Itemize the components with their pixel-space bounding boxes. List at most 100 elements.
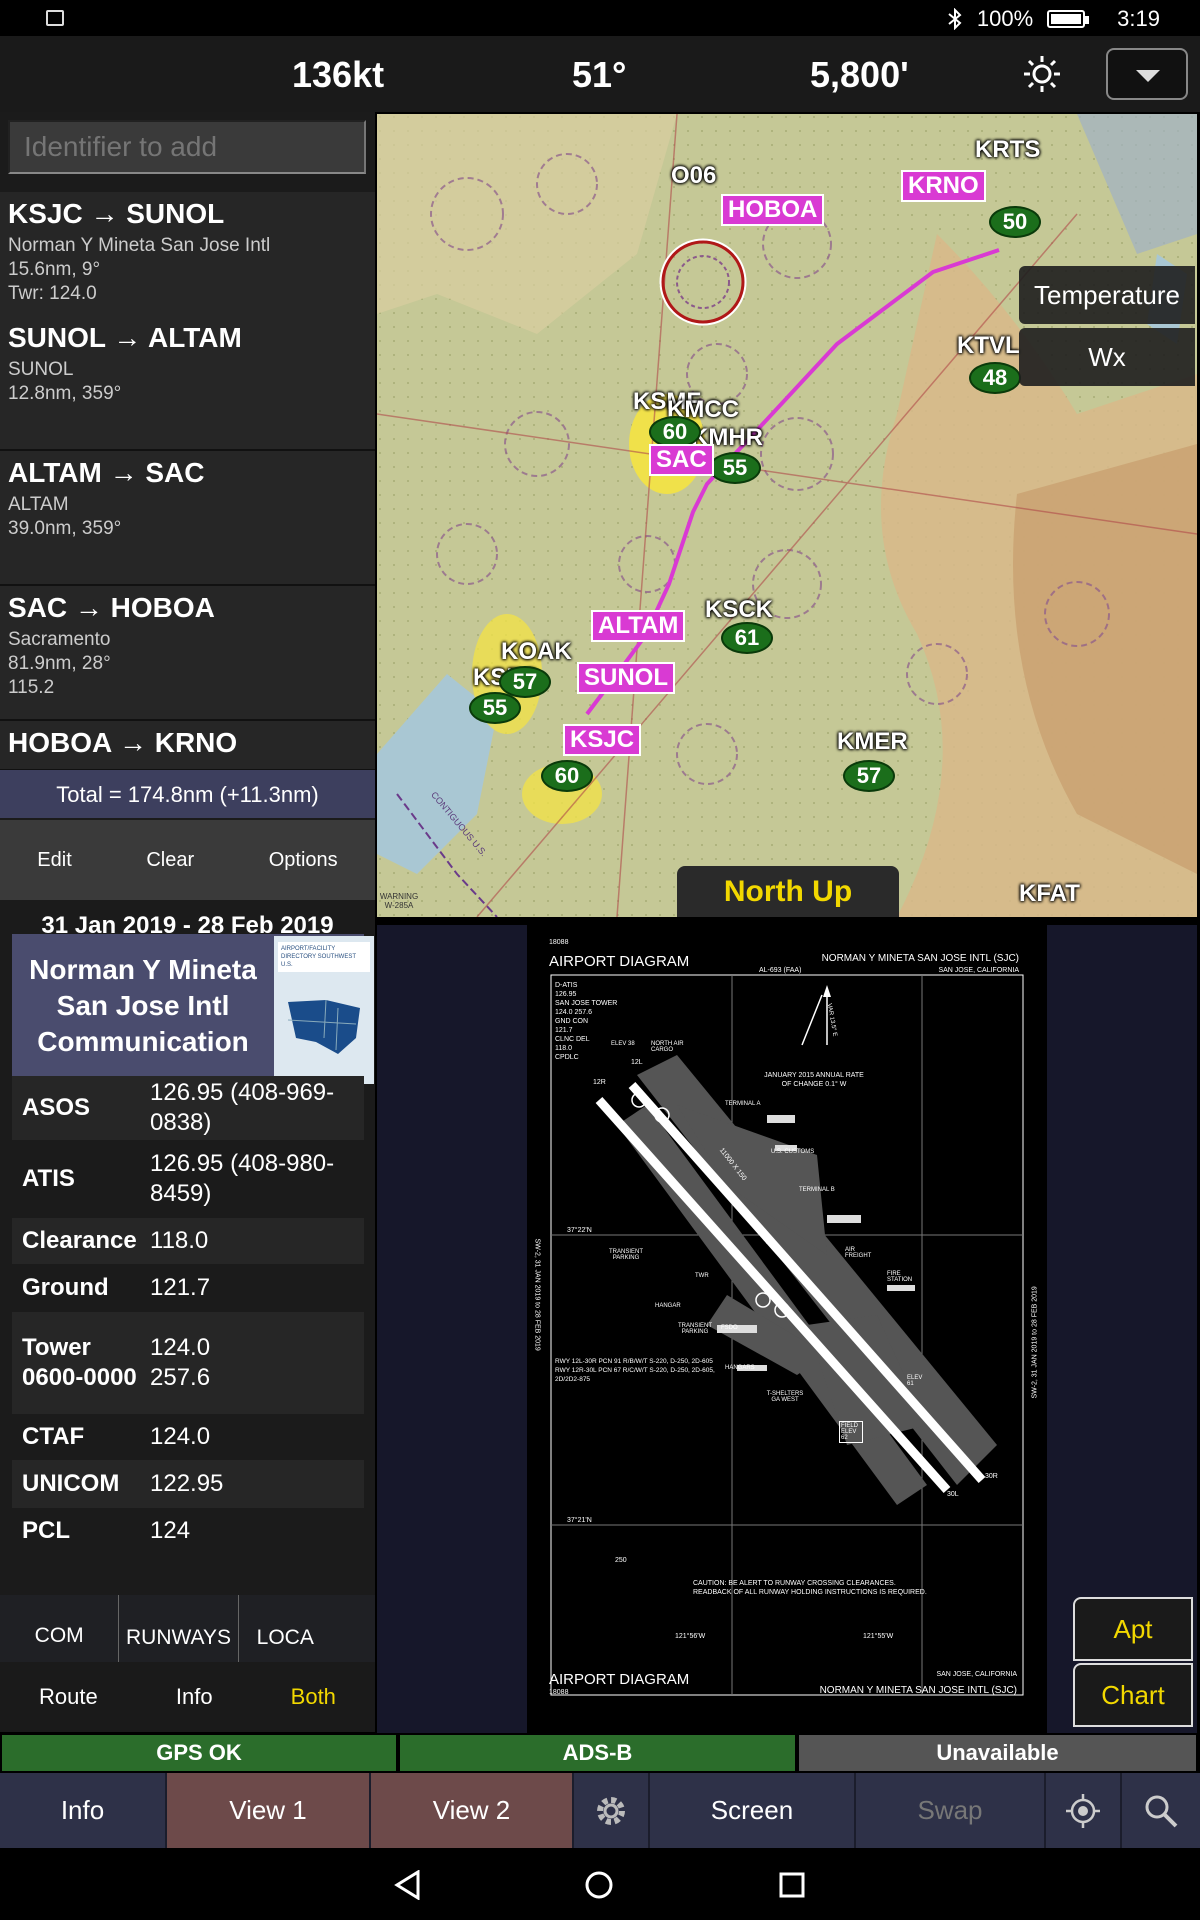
diagram-label: TERMINAL A [725, 1101, 761, 1107]
wx-layer-button[interactable]: Wx [1019, 328, 1195, 386]
recents-icon[interactable] [778, 1871, 806, 1899]
leg-line: Norman Y Mineta San Jose Intl [8, 235, 271, 256]
frequency-row[interactable]: PCL 124 [12, 1508, 364, 1554]
north-up-button[interactable]: North Up [677, 866, 899, 917]
tab-label: RUNWAYS [125, 1626, 231, 1649]
diagram-label: U.S. CUSTOMS [771, 1149, 815, 1155]
waypoint-label[interactable]: ALTAM [591, 610, 686, 642]
frequency-value: 124 [150, 1517, 191, 1544]
location-icon[interactable] [1046, 1773, 1122, 1848]
diagram-label: T-SHELTERS GA WEST [766, 1391, 804, 1403]
waypoint-label[interactable]: SUNOL [577, 662, 675, 694]
sectional-map[interactable]: CONTIGUOUS U.S. WARNING W-285A O06 KRTS … [377, 114, 1197, 917]
waypoint-label[interactable]: KRNO [901, 170, 986, 202]
frequency-name: PCL [22, 1517, 70, 1544]
airport-label[interactable]: KMER [837, 728, 908, 756]
route-leg[interactable]: ALTAM → SAC ALTAM 39.0nm, 359° [0, 451, 375, 586]
route-leg[interactable]: HOBOA → KRNO [0, 721, 375, 771]
temperature-layer-button[interactable]: Temperature [1019, 266, 1195, 324]
diagram-runway-id: 30R [985, 1473, 998, 1480]
frequency-row[interactable]: Ground 121.7 [12, 1264, 364, 1312]
diagram-side-note: SW-2, 31 JAN 2019 to 28 FEB 2019 [1031, 1286, 1039, 1399]
airport-label[interactable]: KSCK [705, 596, 773, 624]
frequency-row[interactable]: ATIS 126.95 (408-980-8459) [12, 1140, 364, 1218]
route-leg[interactable]: KSJC → SUNOL Norman Y Mineta San Jose In… [0, 192, 375, 322]
route-leg[interactable]: SAC → HOBOA Sacramento 81.9nm, 28° 115.2 [0, 586, 375, 721]
diagram-latitude: 37°21'N [567, 1517, 592, 1524]
frequency-row[interactable]: UNICOM 122.95 [12, 1460, 364, 1508]
leg-line: 12.8nm, 359° [8, 383, 122, 404]
diagram-obstacle: 250 [615, 1557, 627, 1564]
leg-title: KSJC → SUNOL [8, 198, 225, 229]
back-icon[interactable] [394, 1870, 422, 1900]
afd-cover-map [287, 999, 360, 1054]
both-tab[interactable]: Both [291, 1684, 336, 1710]
frequency-name: Tower 0600-0000 [22, 1334, 137, 1391]
info-tab[interactable]: Info [176, 1684, 213, 1710]
waypoint-label[interactable]: KSJC [563, 724, 642, 756]
identifier-input[interactable] [8, 120, 366, 174]
diagram-side-note: SW-2, 31 JAN 2019 to 28 FEB 2019 [533, 1238, 541, 1351]
edit-button[interactable]: Edit [37, 849, 71, 872]
chevron-down-icon[interactable] [1106, 48, 1188, 100]
frequency-value: 124.0 [150, 1423, 211, 1450]
frequency-name: ATIS [22, 1165, 75, 1192]
route-leg[interactable]: SUNOL → ALTAM SUNOL 12.8nm, 359° [0, 316, 375, 451]
frequency-row[interactable]: CTAF 124.0 [12, 1414, 364, 1460]
diagram-header-left: AIRPORT DIAGRAM [549, 953, 690, 970]
leg-line: 81.9nm, 28° [8, 653, 111, 674]
diagram-runway-id: 12L [631, 1059, 643, 1066]
airport-label[interactable]: KFAT [1019, 880, 1080, 908]
leg-title: ALTAM → SAC [8, 457, 205, 488]
route-tab[interactable]: Route [39, 1684, 98, 1710]
apt-button[interactable]: Apt [1073, 1597, 1193, 1661]
gear-icon[interactable] [574, 1773, 650, 1848]
frequency-value: 124.0 257.6 [150, 1334, 211, 1391]
frequency-row[interactable]: Tower 0600-0000 124.0 257.6 [12, 1312, 364, 1414]
airport-diagram[interactable]: AIRPORT DIAGRAM 18088 NORMAN Y MINETA SA… [527, 925, 1047, 1733]
frequency-row[interactable]: Clearance 118.0 [12, 1218, 364, 1264]
diagram-freq: 126.95 [555, 991, 577, 998]
route-actions: Edit Clear Options [0, 820, 375, 900]
swap-button[interactable]: Swap [856, 1773, 1046, 1848]
view1-button[interactable]: View 1 [167, 1773, 371, 1848]
waypoint-label[interactable]: HOBOA [721, 194, 825, 226]
clear-button[interactable]: Clear [146, 849, 194, 872]
magnifier-icon[interactable] [1122, 1773, 1200, 1848]
diagram-freq: CPDLC [555, 1054, 579, 1061]
home-icon[interactable] [584, 1870, 614, 1900]
options-button[interactable]: Options [269, 849, 338, 872]
unavailable-status: Unavailable [799, 1735, 1196, 1771]
airport-label[interactable]: KRTS [975, 136, 1040, 164]
status-bar: 100% 3:19 [0, 0, 1200, 36]
view2-button[interactable]: View 2 [371, 1773, 574, 1848]
leg-line: 39.0nm, 359° [8, 518, 122, 539]
diagram-freq: SAN JOSE TOWER [555, 1000, 618, 1007]
leg-title: SAC → HOBOA [8, 592, 215, 623]
image-icon [46, 10, 64, 26]
waypoint-label[interactable]: SAC [649, 444, 714, 476]
diagram-longitude: 121°55'W [863, 1633, 894, 1640]
leg-line: 15.6nm, 9° [8, 259, 101, 280]
sun-icon[interactable] [1022, 54, 1062, 94]
bluetooth-icon [948, 8, 962, 30]
leg-line: Sacramento [8, 629, 111, 650]
airport-label[interactable]: KOAK [501, 638, 572, 666]
airport-label[interactable]: O06 [671, 162, 716, 190]
chart-button[interactable]: Chart [1073, 1663, 1193, 1727]
diagram-header-id: 18088 [549, 939, 569, 946]
diagram-label: TRANSIENT PARKING [677, 1323, 712, 1335]
screen-button[interactable]: Screen [650, 1773, 856, 1848]
diagram-header-right: NORMAN Y MINETA SAN JOSE INTL (SJC) [821, 953, 1019, 964]
afd-cover-image[interactable]: AIRPORT/FACILITY DIRECTORY SOUTHWEST U.S… [274, 936, 374, 1084]
info-button[interactable]: Info [0, 1773, 167, 1848]
diagram-footer-city: SAN JOSE, CALIFORNIA [936, 1671, 1017, 1678]
diagram-runway-id: 30L [947, 1491, 959, 1498]
diagram-freq: 124.0 257.6 [555, 1009, 592, 1016]
temperature-badge: 61 [721, 622, 773, 654]
system-nav-bar [0, 1848, 1200, 1920]
groundspeed: 136kt [292, 54, 385, 95]
airport-label[interactable]: KTVL [957, 332, 1020, 360]
frequency-row[interactable]: ASOS 126.95 (408-969-0838) [12, 1076, 364, 1140]
leg-title: HOBOA → KRNO [8, 727, 238, 758]
